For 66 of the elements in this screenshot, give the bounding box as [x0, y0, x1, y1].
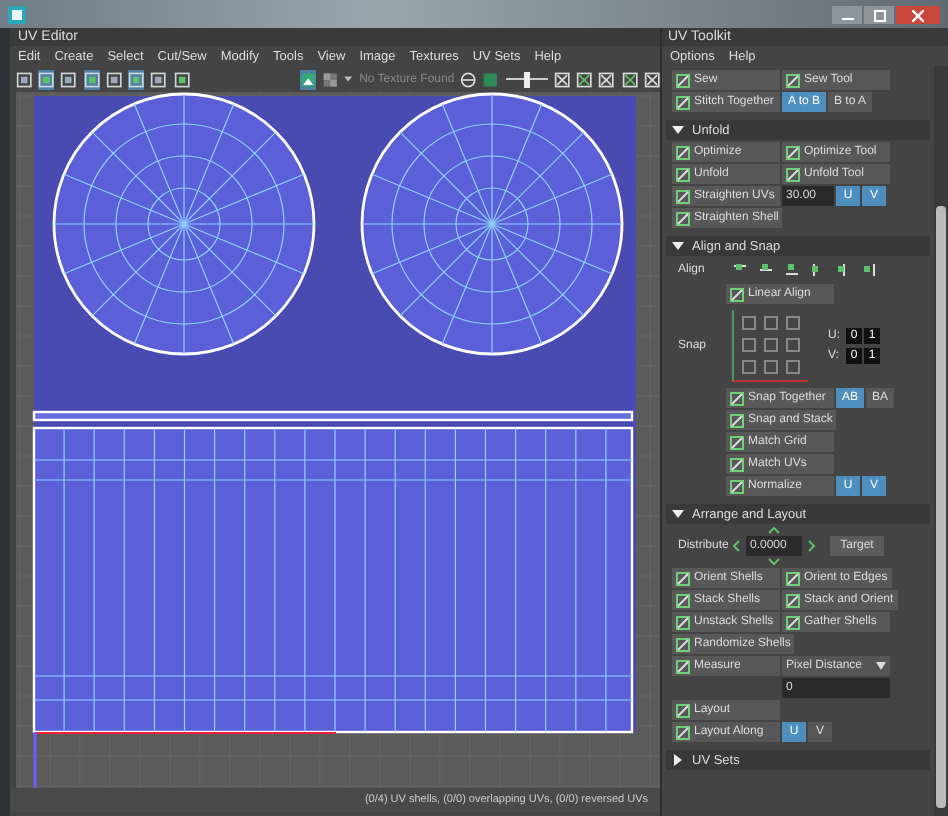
tool-icon [676, 593, 690, 607]
tool-icon[interactable] [553, 69, 571, 89]
checker-icon[interactable] [322, 69, 339, 89]
anchor-checkbox[interactable] [742, 338, 756, 352]
tool-icon[interactable] [105, 69, 123, 89]
anchor-checkbox[interactable] [764, 316, 778, 330]
scrollbar[interactable] [934, 66, 948, 816]
tool-icon [676, 211, 690, 225]
anchor-checkbox[interactable] [786, 316, 800, 330]
tool-icon[interactable] [643, 69, 661, 89]
anchor-checkbox[interactable] [742, 360, 756, 374]
tool-icon[interactable] [621, 69, 638, 89]
tool-icon [676, 571, 690, 585]
tool-icon [786, 145, 800, 159]
tool-icon[interactable] [576, 69, 593, 89]
v-axis-line [33, 732, 37, 788]
align-icon[interactable] [862, 262, 878, 278]
anchor-checkbox[interactable] [742, 316, 756, 330]
tool-icon [786, 73, 800, 87]
tool-icon [730, 479, 744, 493]
minimize-button[interactable] [832, 6, 862, 24]
tool-icon [676, 167, 690, 181]
exposure-slider[interactable] [505, 71, 548, 87]
anchor-checkbox[interactable] [786, 338, 800, 352]
tool-icon [730, 413, 744, 427]
chevron-down-icon[interactable] [768, 558, 780, 566]
caret-icon [876, 662, 886, 670]
tool-icon[interactable] [83, 69, 100, 89]
maximize-icon [873, 9, 885, 21]
tool-icon [676, 145, 690, 159]
tool-icon [786, 571, 800, 585]
image-icon[interactable] [300, 69, 317, 89]
tool-icon [676, 703, 690, 717]
tool-icon [786, 167, 800, 181]
tool-icon [786, 615, 800, 629]
tool-icon [676, 95, 690, 109]
tool-icon [730, 457, 744, 471]
tool-icon [730, 435, 744, 449]
tool-icon[interactable] [598, 69, 616, 89]
maximize-button[interactable] [864, 6, 894, 24]
close-button[interactable] [896, 6, 940, 24]
tool-icon [730, 391, 744, 405]
anchor-checkbox[interactable] [786, 360, 800, 374]
tool-icon [676, 615, 690, 629]
tool-icon[interactable] [38, 69, 55, 89]
tool-icon [676, 659, 690, 673]
tool-icon [676, 725, 690, 739]
tool-icon[interactable] [60, 69, 78, 89]
tool-icon [730, 287, 744, 301]
tool-icon [676, 189, 690, 203]
slider-thumb[interactable] [523, 71, 530, 87]
align-icon[interactable] [784, 262, 800, 278]
anchor-checkbox[interactable] [764, 338, 778, 352]
tool-icon [676, 73, 690, 87]
tool-icon[interactable] [128, 69, 145, 89]
chevron-up-icon[interactable] [768, 526, 780, 534]
close-icon [912, 9, 924, 21]
caret-icon[interactable] [344, 74, 354, 84]
anchor-checkbox[interactable] [764, 360, 778, 374]
chevron-left-icon[interactable] [732, 540, 740, 552]
tool-icon [786, 593, 800, 607]
scrollbar-thumb[interactable] [936, 206, 946, 808]
tool-icon [676, 637, 690, 651]
app-icon [8, 6, 26, 24]
chevron-right-icon[interactable] [808, 540, 816, 552]
tool-icon[interactable] [16, 69, 33, 89]
